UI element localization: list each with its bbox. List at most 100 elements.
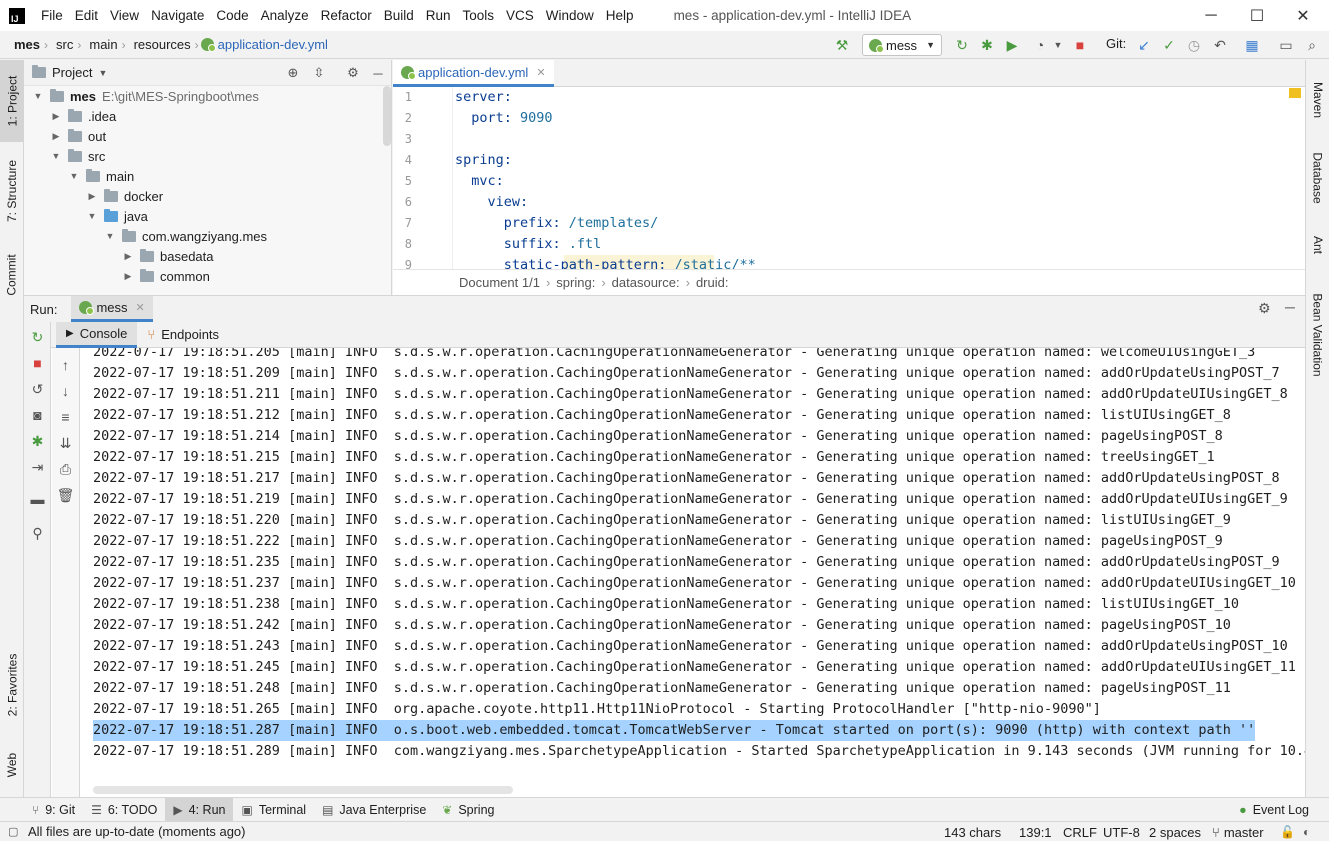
- stop-icon[interactable]: ■: [1068, 31, 1092, 59]
- status-encoding[interactable]: UTF-8: [1103, 822, 1140, 841]
- breadcrumb-src[interactable]: src: [50, 37, 75, 52]
- chevron-right-icon[interactable]: ▶: [122, 271, 134, 282]
- tool-button-spring[interactable]: ❦ Spring: [434, 798, 502, 822]
- chevron-down-icon[interactable]: ▼: [1046, 31, 1070, 59]
- tool-tab-project[interactable]: 1: Project: [0, 60, 24, 142]
- close-tab-icon[interactable]: ✕: [136, 301, 145, 314]
- menu-refactor[interactable]: Refactor: [315, 8, 378, 23]
- status-git-branch[interactable]: ⑂ master: [1212, 822, 1264, 841]
- tree-node[interactable]: ▶ common: [24, 266, 210, 286]
- rerun-icon[interactable]: ↻: [24, 326, 51, 348]
- tool-button-terminal[interactable]: ▣ Terminal: [233, 798, 314, 822]
- close-window-button[interactable]: ✕: [1280, 0, 1326, 31]
- search-everywhere-icon[interactable]: ⌕: [1300, 31, 1324, 59]
- tool-tab-structure[interactable]: 7: Structure: [0, 150, 24, 232]
- settings-gear-icon[interactable]: ⚙: [342, 63, 364, 83]
- locate-file-icon[interactable]: ⊕: [282, 63, 304, 83]
- status-caret-position[interactable]: 139:1: [1019, 822, 1052, 841]
- maximize-button[interactable]: ☐: [1234, 0, 1280, 31]
- run-tab-mess[interactable]: mess ✕: [71, 296, 153, 322]
- minimize-button[interactable]: ─: [1188, 0, 1234, 31]
- tree-node[interactable]: ▶ out: [24, 126, 106, 146]
- tool-tab-favorites[interactable]: 2: Favorites: [0, 640, 24, 730]
- chevron-down-icon[interactable]: ▼: [50, 151, 62, 161]
- menu-file[interactable]: File: [35, 8, 69, 23]
- tree-node[interactable]: ▼ mes E:\git\MES-Springboot\mes: [24, 86, 259, 106]
- editor-crumb-datasource[interactable]: datasource:: [612, 275, 680, 290]
- tree-node[interactable]: ▶ basedata: [24, 246, 214, 266]
- editor-tab-application-dev-yml[interactable]: application-dev.yml ✕: [393, 60, 554, 87]
- tree-node[interactable]: ▼ src: [24, 146, 105, 166]
- chevron-down-icon[interactable]: ▼: [104, 231, 116, 241]
- arrow-down-icon[interactable]: ↓: [52, 380, 79, 402]
- menu-code[interactable]: Code: [210, 8, 254, 23]
- scroll-to-end-icon[interactable]: ⇊: [52, 432, 79, 454]
- editor-crumb-document[interactable]: Document 1/1: [459, 275, 540, 290]
- trash-icon[interactable]: 🗑: [52, 484, 79, 506]
- status-message[interactable]: All files are up-to-date (moments ago): [28, 824, 245, 839]
- chevron-right-icon[interactable]: ▶: [50, 111, 62, 122]
- chevron-down-icon[interactable]: ▼: [86, 211, 98, 221]
- print-icon[interactable]: ⎙: [52, 458, 79, 480]
- camera-icon[interactable]: ◙: [24, 404, 51, 426]
- debug-icon[interactable]: ✱: [975, 31, 999, 59]
- tool-tab-web[interactable]: Web: [0, 740, 24, 790]
- breadcrumb-main[interactable]: main: [83, 37, 119, 52]
- soft-wrap-icon[interactable]: ≡: [52, 406, 79, 428]
- tree-node[interactable]: ▼ java: [24, 206, 148, 226]
- console-output[interactable]: 2022-07-17 19:18:51.289 [main] INFO com.…: [81, 348, 1305, 798]
- tab-console[interactable]: ▶ Console: [56, 321, 138, 348]
- warning-marker-icon[interactable]: [1289, 88, 1301, 98]
- presentation-icon[interactable]: ▭: [1274, 31, 1298, 59]
- breadcrumb-resources[interactable]: resources: [128, 37, 193, 52]
- rerun-icon[interactable]: ↻: [950, 31, 974, 59]
- menu-run[interactable]: Run: [420, 8, 457, 23]
- menu-edit[interactable]: Edit: [69, 8, 104, 23]
- git-update-icon[interactable]: ↙: [1132, 31, 1156, 59]
- settings-gear-icon[interactable]: ⚙: [1258, 300, 1271, 317]
- tool-tab-commit[interactable]: Commit: [0, 245, 24, 305]
- breadcrumb-mes[interactable]: mes: [8, 37, 42, 52]
- git-commit-icon[interactable]: ✓: [1157, 31, 1181, 59]
- chevron-down-icon[interactable]: ▼: [32, 91, 44, 101]
- chevron-right-icon[interactable]: ▶: [122, 251, 134, 262]
- tool-button-git[interactable]: ⑂ 9: Git: [24, 798, 83, 822]
- menu-window[interactable]: Window: [540, 8, 600, 23]
- tool-button-run[interactable]: ▶ 4: Run: [165, 797, 234, 822]
- run-configuration-select[interactable]: mess ▼: [862, 34, 942, 56]
- tool-button-todo[interactable]: ☰ 6: TODO: [83, 798, 165, 822]
- code-area[interactable]: server: port: 9090 spring: mvc: view: pre…: [455, 87, 1285, 269]
- tool-tab-bean-validation[interactable]: Bean Validation: [1306, 285, 1329, 385]
- editor-crumb-spring[interactable]: spring:: [556, 275, 595, 290]
- close-tab-icon[interactable]: ✕: [536, 66, 545, 79]
- tree-node[interactable]: ▶ docker: [24, 186, 163, 206]
- menu-view[interactable]: View: [104, 8, 145, 23]
- project-structure-icon[interactable]: ▦: [1240, 31, 1264, 59]
- project-panel-title[interactable]: Project: [52, 65, 92, 80]
- collapse-all-icon[interactable]: ⇳: [308, 63, 330, 83]
- tool-tab-ant[interactable]: Ant: [1306, 225, 1329, 265]
- menu-analyze[interactable]: Analyze: [255, 8, 315, 23]
- menu-build[interactable]: Build: [378, 8, 420, 23]
- chevron-right-icon[interactable]: ▶: [86, 191, 98, 202]
- tool-button-event-log[interactable]: ● Event Log: [1239, 798, 1309, 822]
- console-scrollbar[interactable]: [93, 786, 513, 794]
- status-indent[interactable]: 2 spaces: [1149, 822, 1201, 841]
- chevron-down-icon[interactable]: ▼: [68, 171, 80, 181]
- tool-button-java-enterprise[interactable]: ▤ Java Enterprise: [314, 798, 434, 822]
- menu-vcs[interactable]: VCS: [500, 8, 540, 23]
- toggle-tool-windows-icon[interactable]: ▢: [8, 825, 18, 838]
- git-history-icon[interactable]: ◷: [1182, 31, 1206, 59]
- chevron-right-icon[interactable]: ▶: [50, 131, 62, 142]
- menu-help[interactable]: Help: [600, 8, 640, 23]
- project-scrollbar[interactable]: [383, 86, 391, 146]
- tree-node[interactable]: ▶ .idea: [24, 106, 116, 126]
- tab-endpoints[interactable]: ⑂ Endpoints: [137, 322, 229, 348]
- pin-icon[interactable]: ⚲: [24, 522, 51, 544]
- tool-tab-database[interactable]: Database: [1306, 140, 1329, 215]
- arrow-up-icon[interactable]: ↑: [52, 354, 79, 376]
- hide-panel-icon[interactable]: ─: [1285, 299, 1295, 315]
- chevron-down-icon[interactable]: ▼: [98, 68, 107, 78]
- restore-layout-icon[interactable]: ↺: [24, 378, 51, 400]
- lock-icon[interactable]: 🔓: [1280, 822, 1295, 841]
